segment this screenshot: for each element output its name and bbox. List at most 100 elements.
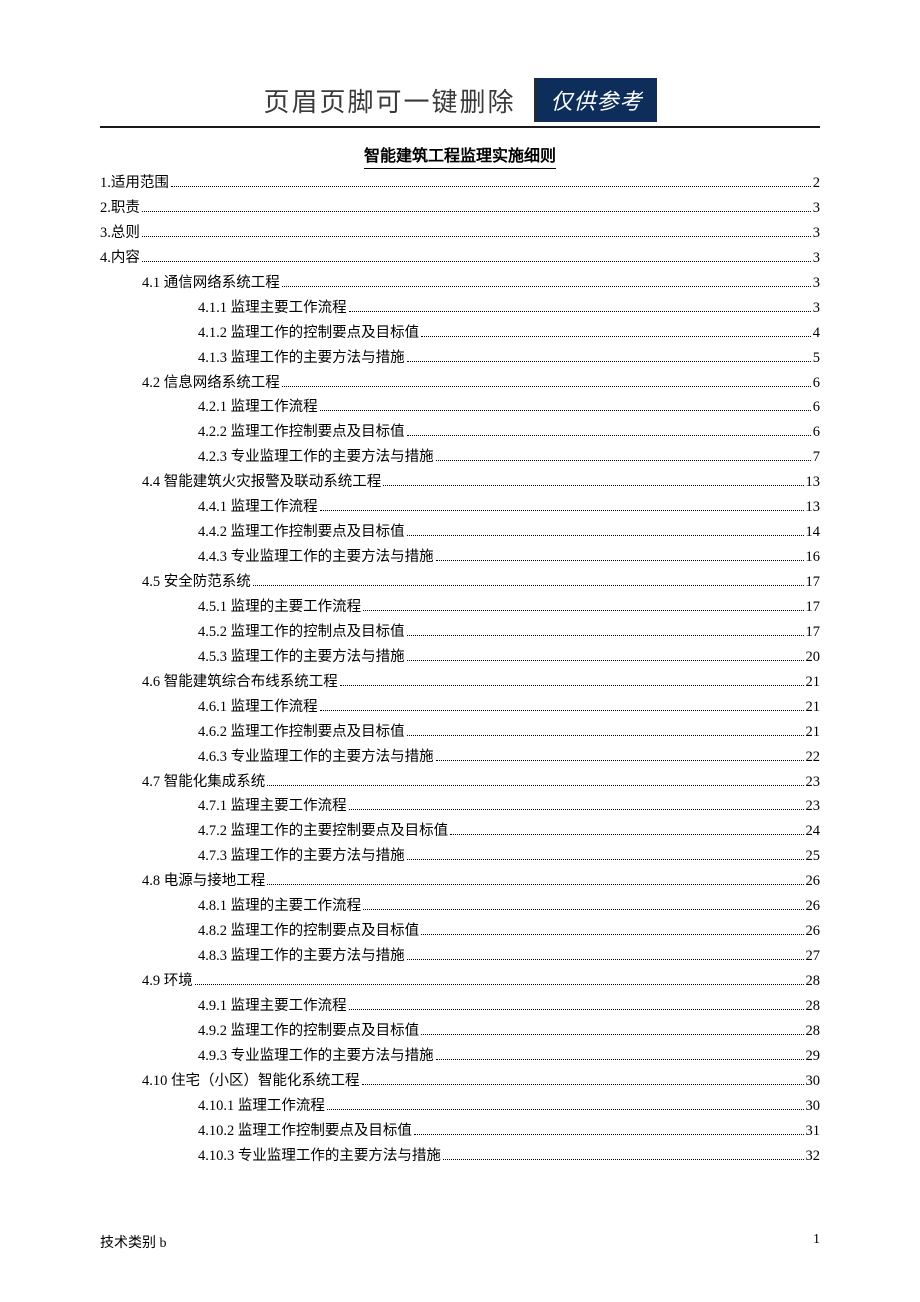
toc-label: 4.7.2 监理工作的主要控制要点及目标值 [198,819,448,844]
toc-entry[interactable]: 4.内容3 [100,246,820,271]
toc-entry[interactable]: 4.2 信息网络系统工程 6 [100,371,820,396]
toc-label: 4.4.2 监理工作控制要点及目标值 [198,520,405,545]
toc-leader-dots [443,1159,804,1160]
toc-leader-dots [142,236,811,237]
toc-page-number: 17 [806,620,821,645]
toc-entry[interactable]: 4.6.1 监理工作流程21 [100,695,820,720]
toc-entry[interactable]: 4.1.1 监理主要工作流程3 [100,296,820,321]
toc-page-number: 30 [806,1094,821,1119]
page-footer: 技术类别 b 1 [100,1232,820,1252]
toc-label: 4.4.3 专业监理工作的主要方法与措施 [198,545,434,570]
toc-entry[interactable]: 4.10 住宅（小区）智能化系统工程30 [100,1069,820,1094]
toc-entry[interactable]: 4.8.1 监理的主要工作流程26 [100,894,820,919]
toc-label: 4.5.1 监理的主要工作流程 [198,595,361,620]
toc-leader-dots [436,460,811,461]
toc-label: 4.9.2 监理工作的控制要点及目标值 [198,1019,419,1044]
document-title-wrap: 智能建筑工程监理实施细则 [100,142,820,169]
toc-entry[interactable]: 4.6.2 监理工作控制要点及目标值21 [100,720,820,745]
toc-leader-dots [142,211,811,212]
toc-entry[interactable]: 4.5.1 监理的主要工作流程17 [100,595,820,620]
toc-entry[interactable]: 4.7.1 监理主要工作流程23 [100,794,820,819]
toc-page-number: 14 [806,520,821,545]
toc-label: 4.6 智能建筑综合布线系统工程 [142,670,338,695]
toc-label: 4.2.3 专业监理工作的主要方法与措施 [198,445,434,470]
toc-entry[interactable]: 4.10.3 专业监理工作的主要方法与措施 32 [100,1144,820,1169]
toc-leader-dots [253,585,804,586]
toc-entry[interactable]: 4.9.2 监理工作的控制要点及目标值28 [100,1019,820,1044]
toc-label: 4.2 信息网络系统工程 [142,371,280,396]
toc-entry[interactable]: 4.9.1 监理主要工作流程28 [100,994,820,1019]
toc-label: 4.7.1 监理主要工作流程 [198,794,347,819]
toc-leader-dots [362,1084,804,1085]
toc-entry[interactable]: 4.10.2 监理工作控制要点及目标值31 [100,1119,820,1144]
toc-page-number: 25 [806,844,821,869]
toc-label: 4.10.2 监理工作控制要点及目标值 [198,1119,412,1144]
toc-entry[interactable]: 4.8.2 监理工作的控制要点及目标值26 [100,919,820,944]
toc-entry[interactable]: 4.4.3 专业监理工作的主要方法与措施16 [100,545,820,570]
toc-entry[interactable]: 4.4.2 监理工作控制要点及目标值 14 [100,520,820,545]
toc-page-number: 5 [813,346,820,371]
toc-page-number: 23 [806,770,821,795]
toc-page-number: 7 [813,445,820,470]
toc-leader-dots [407,859,804,860]
toc-label: 4.10.3 专业监理工作的主要方法与措施 [198,1144,441,1169]
toc-entry[interactable]: 4.1 通信网络系统工程3 [100,271,820,296]
toc-label: 4.7.3 监理工作的主要方法与措施 [198,844,405,869]
toc-page-number: 32 [806,1144,821,1169]
toc-leader-dots [282,386,811,387]
toc-leader-dots [407,660,804,661]
header-divider [100,126,820,128]
toc-entry[interactable]: 4.1.2 监理工作的控制要点及目标值4 [100,321,820,346]
toc-leader-dots [171,186,811,187]
toc-page-number: 4 [813,321,820,346]
toc-leader-dots [450,834,803,835]
toc-entry[interactable]: 4.1.3 监理工作的主要方法与措施5 [100,346,820,371]
toc-entry[interactable]: 4.2.1 监理工作流程6 [100,395,820,420]
toc-entry[interactable]: 4.6.3 专业监理工作的主要方法与措施22 [100,745,820,770]
toc-entry[interactable]: 4.10.1 监理工作流程30 [100,1094,820,1119]
toc-leader-dots [436,760,804,761]
toc-entry[interactable]: 4.7.2 监理工作的主要控制要点及目标值24 [100,819,820,844]
toc-label: 4.10 住宅（小区）智能化系统工程 [142,1069,360,1094]
toc-entry[interactable]: 4.5 安全防范系统17 [100,570,820,595]
toc-leader-dots [195,984,804,985]
toc-entry[interactable]: 4.2.3 专业监理工作的主要方法与措施 7 [100,445,820,470]
toc-entry[interactable]: 2.职责3 [100,196,820,221]
toc-page-number: 28 [806,994,821,1019]
toc-page-number: 3 [813,196,820,221]
page-header: 页眉页脚可一键删除 仅供参考 [100,78,820,122]
toc-label: 4.2.2 监理工作控制要点及目标值 [198,420,405,445]
toc-page-number: 3 [813,271,820,296]
toc-entry[interactable]: 4.6 智能建筑综合布线系统工程21 [100,670,820,695]
toc-page-number: 3 [813,246,820,271]
toc-leader-dots [142,261,811,262]
toc-leader-dots [267,785,803,786]
toc-label: 4.7 智能化集成系统 [142,770,265,795]
toc-entry[interactable]: 4.8.3 监理工作的主要方法与措施27 [100,944,820,969]
toc-label: 3.总则 [100,221,140,246]
toc-entry[interactable]: 4.4.1 监理工作流程13 [100,495,820,520]
toc-entry[interactable]: 4.9.3 专业监理工作的主要方法与措施29 [100,1044,820,1069]
toc-entry[interactable]: 4.2.2 监理工作控制要点及目标值6 [100,420,820,445]
toc-label: 4.1.1 监理主要工作流程 [198,296,347,321]
toc-entry[interactable]: 4.7.3 监理工作的主要方法与措施 25 [100,844,820,869]
toc-entry[interactable]: 4.7 智能化集成系统 23 [100,770,820,795]
toc-leader-dots [267,884,803,885]
toc-page-number: 6 [813,371,820,396]
toc-entry[interactable]: 4.5.3 监理工作的主要方法与措施20 [100,645,820,670]
toc-entry[interactable]: 1.适用范围2 [100,171,820,196]
toc-entry[interactable]: 4.8 电源与接地工程26 [100,869,820,894]
toc-entry[interactable]: 4.4 智能建筑火灾报警及联动系统工程13 [100,470,820,495]
toc-entry[interactable]: 4.5.2 监理工作的控制点及目标值17 [100,620,820,645]
toc-label: 4.6.3 专业监理工作的主要方法与措施 [198,745,434,770]
toc-page-number: 29 [806,1044,821,1069]
toc-label: 4.9 环境 [142,969,193,994]
toc-leader-dots [320,710,804,711]
page-number: 1 [813,1232,820,1252]
toc-entry[interactable]: 4.9 环境28 [100,969,820,994]
toc-page-number: 3 [813,221,820,246]
toc-entry[interactable]: 3.总则 3 [100,221,820,246]
toc-page-number: 13 [806,495,821,520]
toc-label: 4.8.3 监理工作的主要方法与措施 [198,944,405,969]
toc-leader-dots [349,311,811,312]
